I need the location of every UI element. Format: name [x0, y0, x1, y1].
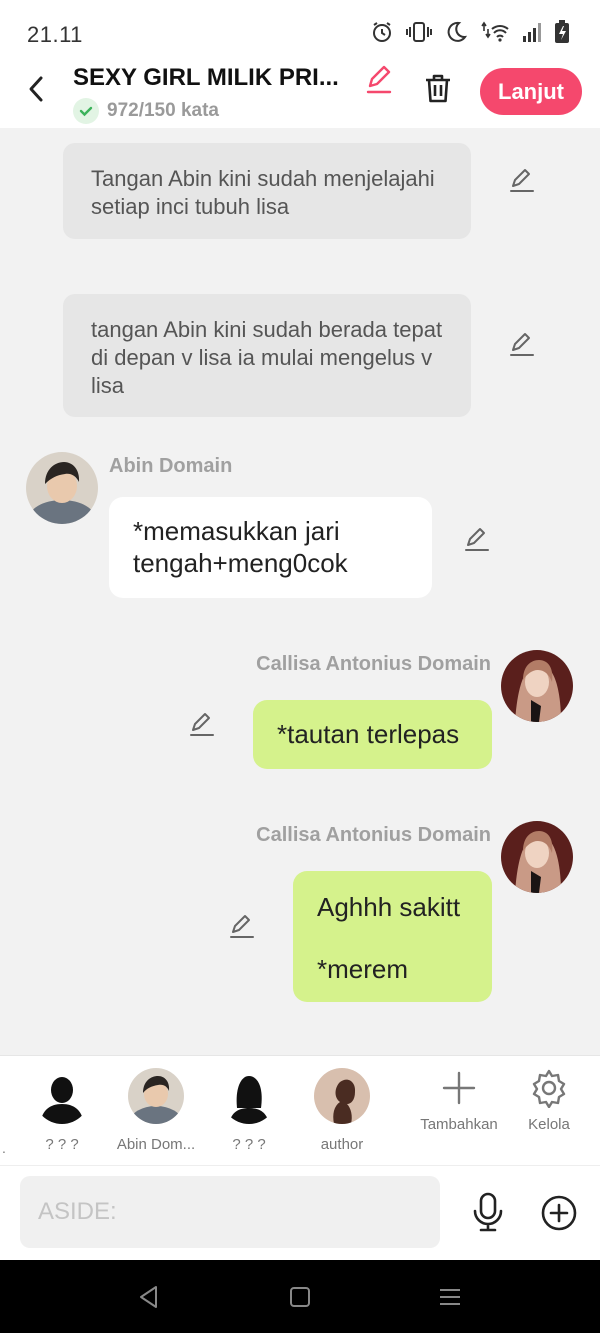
add-character-button[interactable]: Tambahkan	[414, 1068, 504, 1133]
character-name: Abin Domain	[109, 455, 233, 477]
character-label: ? ? ?	[45, 1136, 79, 1153]
avatar-callisa[interactable]	[501, 650, 573, 722]
character-unknown-2[interactable]: ? ? ?	[204, 1068, 294, 1153]
edit-message-icon[interactable]	[463, 525, 491, 553]
trash-icon[interactable]	[422, 72, 454, 104]
gear-icon	[532, 1069, 566, 1108]
aside-text: Tangan Abin kini sudah menjelajahi setia…	[91, 166, 435, 219]
edit-message-icon[interactable]	[228, 912, 256, 940]
message-bubble[interactable]: *tautan terlepas	[253, 700, 492, 769]
character-label: Abin Dom...	[116, 1136, 196, 1153]
silhouette-female-icon	[221, 1068, 277, 1124]
character-name: Callisa Antonius Domain	[256, 824, 491, 846]
check-icon	[73, 98, 99, 124]
aside-text: tangan Abin kini sudah berada tepat di d…	[91, 317, 443, 398]
message-text: *tautan terlepas	[277, 719, 460, 749]
message-bubble[interactable]: Aghhh sakitt *merem	[293, 871, 492, 1002]
character-abin[interactable]: Abin Dom...	[111, 1068, 201, 1153]
edit-message-icon[interactable]	[188, 710, 216, 738]
nav-menu-icon[interactable]	[437, 1284, 463, 1310]
status-bar: 21.11	[0, 0, 600, 62]
add-character-label: Tambahkan	[420, 1116, 498, 1133]
character-label: ? ? ?	[232, 1136, 266, 1153]
story-title[interactable]: SEXY GIRL MILIK PRI...	[73, 64, 353, 92]
character-label: author	[320, 1136, 364, 1153]
add-circle-icon[interactable]	[540, 1194, 578, 1232]
battery-icon	[555, 20, 569, 43]
message-bubble[interactable]: *memasukkan jari tengah+meng0cok	[109, 497, 432, 598]
wifi-icon	[481, 21, 509, 42]
avatar-abin-small	[128, 1068, 184, 1124]
avatar-abin[interactable]	[26, 452, 98, 524]
avatar-callisa[interactable]	[501, 821, 573, 893]
nav-home-icon[interactable]	[287, 1284, 313, 1310]
scroll-edge-mark: .	[2, 1140, 6, 1156]
aside-message[interactable]: Tangan Abin kini sudah menjelajahi setia…	[63, 143, 471, 239]
character-unknown-1[interactable]: ? ? ?	[17, 1068, 107, 1153]
word-count-row: 972/150 kata	[73, 98, 219, 124]
plus-icon	[442, 1071, 476, 1105]
nav-back-icon[interactable]	[136, 1284, 162, 1310]
aside-input[interactable]	[20, 1176, 440, 1248]
edit-message-icon[interactable]	[508, 166, 536, 194]
status-icons	[370, 20, 570, 44]
composer-bar	[0, 1165, 600, 1260]
alarm-icon	[373, 22, 391, 42]
manage-label: Kelola	[528, 1116, 570, 1133]
system-nav-bar	[0, 1260, 600, 1333]
next-button[interactable]: Lanjut	[480, 68, 582, 115]
edit-message-icon[interactable]	[508, 330, 536, 358]
vibrate-icon	[406, 22, 432, 42]
manage-button[interactable]: Kelola	[504, 1068, 594, 1133]
message-text: *merem	[317, 954, 409, 984]
character-author[interactable]: author	[297, 1068, 387, 1153]
editor-header: SEXY GIRL MILIK PRI... 972/150 kata Lanj…	[0, 62, 600, 128]
character-bar: ? ? ? Abin Dom... ? ? ? author Tambahkan…	[0, 1055, 600, 1165]
silhouette-male-icon	[34, 1068, 90, 1124]
message-text: *memasukkan jari tengah+meng0cok	[133, 516, 348, 578]
aside-message[interactable]: tangan Abin kini sudah berada tepat di d…	[63, 294, 471, 417]
moon-icon	[447, 21, 468, 42]
back-arrow-icon[interactable]	[22, 74, 52, 104]
status-time: 21.11	[27, 22, 83, 47]
microphone-icon[interactable]	[470, 1192, 506, 1232]
word-count: 972/150 kata	[107, 100, 219, 121]
message-text: Aghhh sakitt	[317, 892, 461, 922]
author-avatar	[314, 1068, 370, 1124]
edit-title-icon[interactable]	[364, 64, 394, 94]
character-name: Callisa Antonius Domain	[256, 653, 491, 675]
signal-icon	[523, 23, 541, 42]
